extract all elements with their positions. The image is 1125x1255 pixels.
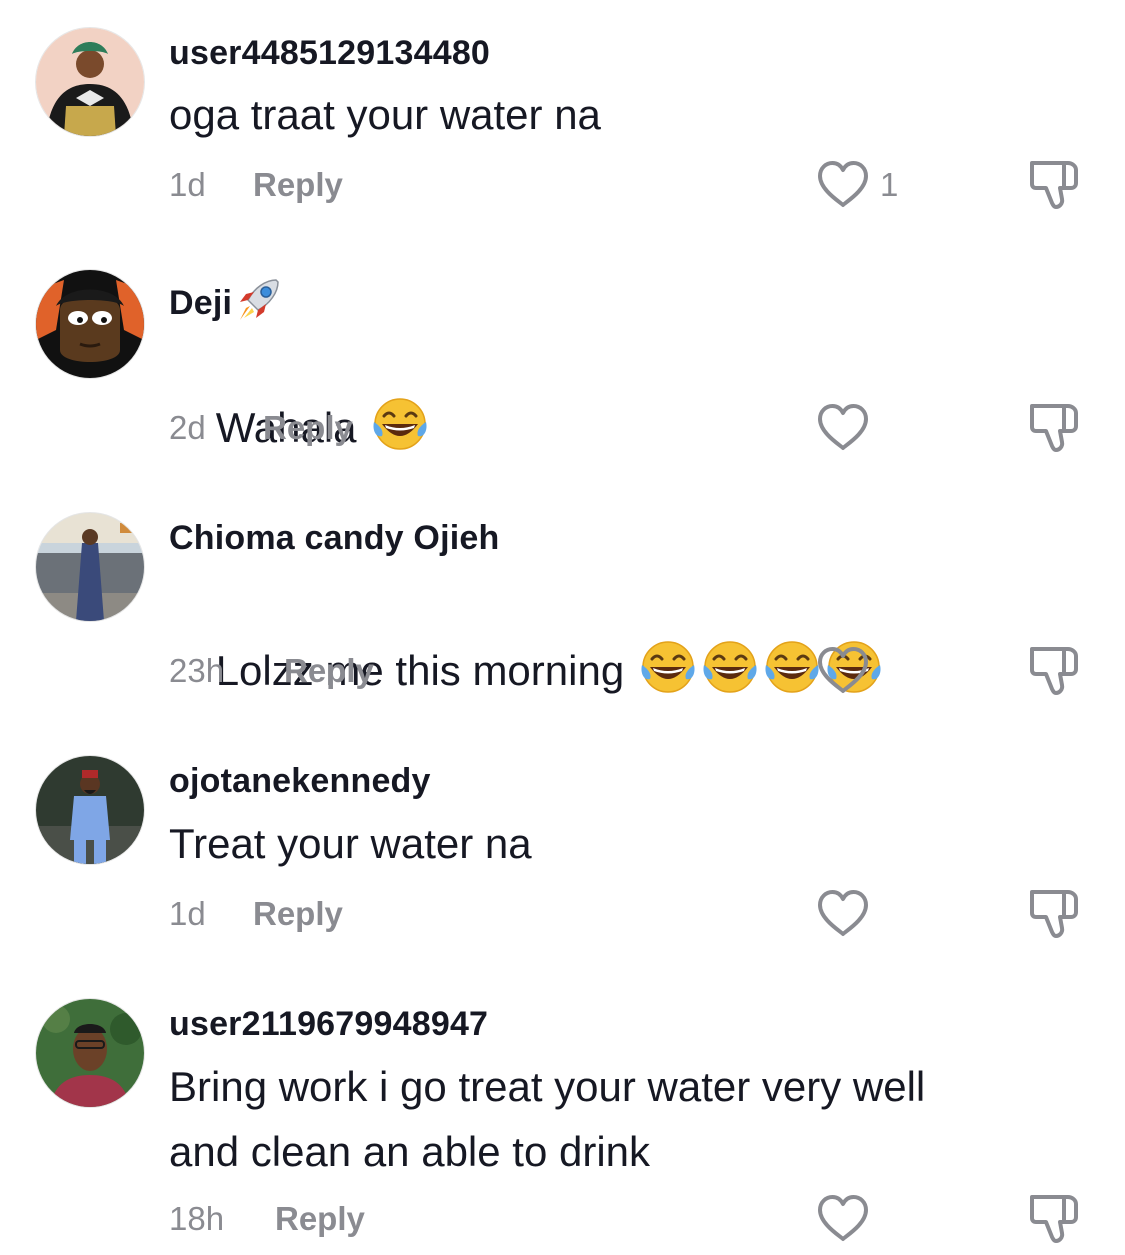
dislike-button[interactable] (1026, 157, 1082, 211)
comment-meta: 1d Reply (169, 895, 343, 933)
thumbs-down-icon (1026, 643, 1082, 697)
comment-time: 1d (169, 895, 206, 932)
thumbs-down-icon (1026, 400, 1082, 454)
comment-username[interactable]: user4485129134480 (169, 34, 490, 73)
heart-icon (816, 403, 870, 453)
heart-icon (816, 889, 870, 939)
tears-of-joy-icon (638, 639, 698, 695)
reply-button[interactable]: Reply (263, 409, 353, 447)
avatar-woman-by-car-icon (36, 513, 144, 621)
avatar[interactable] (36, 270, 144, 378)
comment-time: 1d (169, 166, 206, 203)
avatar-man-standing-icon (36, 756, 144, 864)
comment-text: Treat your water na (169, 820, 532, 867)
like-button[interactable] (816, 160, 870, 210)
reply-button[interactable]: Reply (253, 166, 343, 204)
avatar[interactable] (36, 999, 144, 1107)
tears-of-joy-icon (762, 639, 822, 695)
like-button[interactable] (816, 646, 870, 696)
reply-button[interactable]: Reply (253, 895, 343, 933)
reply-button[interactable]: Reply (275, 1200, 365, 1238)
comment-time: 18h (169, 1200, 225, 1237)
thumbs-down-icon (1026, 1191, 1082, 1245)
heart-icon (816, 160, 870, 210)
heart-icon (816, 646, 870, 696)
like-button[interactable] (816, 1194, 870, 1244)
tears-of-joy-icon (700, 639, 760, 695)
thumbs-down-icon (1026, 157, 1082, 211)
reply-button[interactable]: Reply (284, 652, 374, 690)
comment-meta: 1d Reply (169, 166, 343, 204)
dislike-button[interactable] (1026, 1191, 1082, 1245)
comment-username[interactable]: Deji (169, 276, 284, 326)
comment-meta: 18h Reply (169, 1200, 365, 1238)
heart-icon (816, 1194, 870, 1244)
rocket-icon (232, 276, 284, 326)
avatar[interactable] (36, 756, 144, 864)
avatar[interactable] (36, 28, 144, 136)
like-button[interactable] (816, 889, 870, 939)
comment-text-content: Lolzz me this morning (215, 647, 625, 694)
comment-text: oga traat your water na (169, 91, 601, 138)
comment-username[interactable]: Chioma candy Ojieh (169, 519, 499, 558)
avatar-woman-traditional-attire-icon (36, 28, 144, 136)
comment-username[interactable]: ojotanekennedy (169, 762, 431, 801)
avatar-man-portrait-icon (36, 999, 144, 1107)
dislike-button[interactable] (1026, 400, 1082, 454)
comment-meta: 23h Reply (169, 652, 374, 690)
tears-of-joy-icon (370, 396, 430, 452)
comment-time: 23h (169, 652, 225, 689)
username-text: Deji (169, 284, 233, 322)
comment-time: 2d (169, 409, 206, 446)
avatar-cartoon-character-icon (36, 270, 144, 378)
comment-text: Bring work i go treat your water very we… (169, 1063, 926, 1175)
dislike-button[interactable] (1026, 643, 1082, 697)
comment-username[interactable]: user2119679948947 (169, 1005, 488, 1044)
like-button[interactable] (816, 403, 870, 453)
thumbs-down-icon (1026, 886, 1082, 940)
comment-meta: 2d Reply (169, 409, 353, 447)
dislike-button[interactable] (1026, 886, 1082, 940)
avatar[interactable] (36, 513, 144, 621)
like-count: 1 (880, 166, 899, 203)
